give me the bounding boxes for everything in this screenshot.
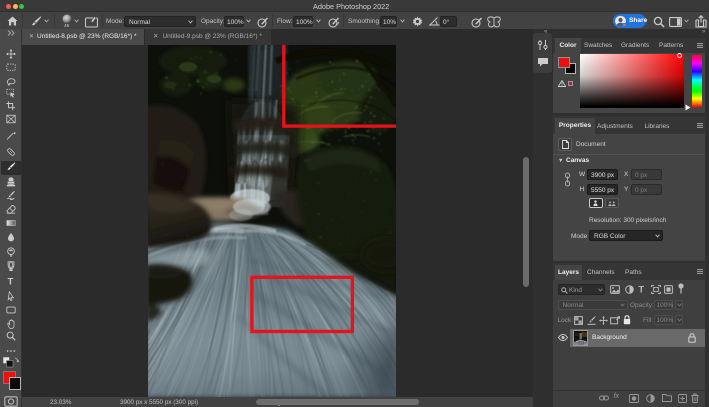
svg-text:T: T	[7, 276, 13, 286]
svg-text:T: T	[639, 285, 645, 295]
